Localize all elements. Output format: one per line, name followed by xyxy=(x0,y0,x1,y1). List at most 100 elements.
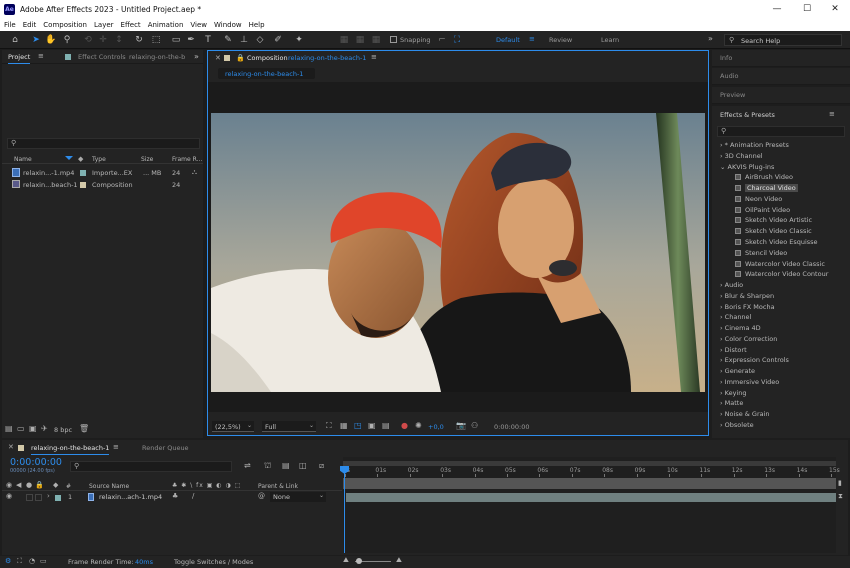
workspace-learn[interactable]: Learn xyxy=(601,36,619,44)
transparency-grid-icon[interactable]: ▦ xyxy=(340,421,348,430)
menu-view[interactable]: View xyxy=(190,21,207,29)
column-name[interactable]: Name xyxy=(14,156,32,163)
region-of-interest-icon[interactable]: ◳ xyxy=(354,421,362,430)
layer-color-label[interactable] xyxy=(55,495,61,501)
color-channels-icon[interactable]: ● xyxy=(401,421,408,430)
category-cinema-4d[interactable]: › Cinema 4D xyxy=(720,324,761,332)
menu-file[interactable]: File xyxy=(4,21,16,29)
timeline-search-input[interactable]: ⚲ xyxy=(70,461,232,472)
menu-edit[interactable]: Edit xyxy=(23,21,37,29)
zoom-out-icon[interactable]: ⛰ xyxy=(343,556,349,565)
list-item[interactable]: relaxin...-1.mp4 Importe...EX ... MB 24 … xyxy=(2,167,203,178)
column-parent-link[interactable]: Parent & Link xyxy=(258,483,298,490)
puppet-tool-icon[interactable]: ✦ xyxy=(293,34,305,46)
toggle-switches-modes[interactable]: Toggle Switches / Modes xyxy=(174,558,253,566)
comp-button-icon[interactable]: ▮ xyxy=(838,479,842,487)
effect-stencil-video[interactable]: Stencil Video xyxy=(735,249,787,257)
category-akvis-plugins[interactable]: ⌄ AKVIS Plug-ins xyxy=(720,163,774,171)
panel-menu-icon[interactable]: ≡ xyxy=(113,443,119,451)
draft-3d-icon[interactable]: ⛫ xyxy=(264,461,271,471)
fast-previews-icon[interactable]: ⛶ xyxy=(326,421,332,431)
zoom-slider-thumb[interactable] xyxy=(356,558,362,564)
hand-tool-icon[interactable]: ✋ xyxy=(45,34,57,46)
new-folder-icon[interactable]: ▭ xyxy=(17,424,25,433)
interpret-footage-icon[interactable]: ▤ xyxy=(5,424,13,433)
transfer-controls-icon[interactable]: ◔ xyxy=(29,557,35,565)
effect-oilpaint-video[interactable]: OilPaint Video xyxy=(735,206,790,214)
category-immersive-video[interactable]: › Immersive Video xyxy=(720,378,779,386)
category-audio[interactable]: › Audio xyxy=(720,281,743,289)
lock-icon[interactable]: 🔒 xyxy=(236,54,245,62)
workspace-default[interactable]: Default xyxy=(496,36,520,44)
category-distort[interactable]: › Distort xyxy=(720,346,747,354)
category-matte[interactable]: › Matte xyxy=(720,399,743,407)
preview-panel-header[interactable]: Preview xyxy=(712,87,850,104)
pan-camera-icon[interactable]: ✛ xyxy=(97,34,109,46)
rectangle-tool-icon[interactable]: ▭ xyxy=(170,34,182,46)
lock-checkbox[interactable] xyxy=(35,494,42,501)
snap-options-icon[interactable]: ⌐ xyxy=(436,34,448,46)
dolly-camera-icon[interactable]: ↕ xyxy=(113,34,125,46)
eye-icon[interactable]: ◉ xyxy=(6,492,12,500)
anchor-tool-icon[interactable]: ⬚ xyxy=(150,34,162,46)
home-icon[interactable]: ⌂ xyxy=(9,34,21,46)
playhead[interactable] xyxy=(344,467,345,553)
clone-stamp-icon[interactable]: ⊥ xyxy=(238,34,250,46)
exposure-value[interactable]: +0,0 xyxy=(428,423,444,431)
axis-local-icon[interactable]: ▦ xyxy=(338,34,350,46)
expand-layer-icon[interactable]: › xyxy=(47,492,50,500)
comp-mini-flowchart-icon[interactable]: ⇌ xyxy=(244,461,251,470)
frame-blending-icon[interactable]: ◫ xyxy=(299,461,307,470)
video-frame[interactable] xyxy=(211,113,705,392)
category-expression-controls[interactable]: › Expression Controls xyxy=(720,356,789,364)
quality-switch-icon[interactable]: / xyxy=(192,492,194,500)
time-stretch-icon[interactable]: ▭ xyxy=(40,557,47,565)
render-icon[interactable]: ✈ xyxy=(41,424,48,433)
rotation-tool-icon[interactable]: ↻ xyxy=(133,34,145,46)
panel-menu-icon[interactable]: ≡ xyxy=(371,53,377,61)
effect-sketch-video-esquisse[interactable]: Sketch Video Esquisse xyxy=(735,238,818,246)
category-obsolete[interactable]: › Obsolete xyxy=(720,421,754,429)
workspace-review[interactable]: Review xyxy=(549,36,572,44)
show-snapshot-icon[interactable]: ⚇ xyxy=(471,421,478,430)
workspace-menu-icon[interactable]: ≡ xyxy=(529,35,535,43)
tab-project[interactable]: Project xyxy=(8,53,31,64)
mask-visibility-icon[interactable]: ▣ xyxy=(368,421,376,430)
solo-checkbox[interactable] xyxy=(26,494,33,501)
effect-airbrush-video[interactable]: AirBrush Video xyxy=(735,173,793,181)
close-tab-icon[interactable]: ✕ xyxy=(215,54,221,62)
comp-navigator-tab[interactable]: relaxing-on-the-beach-1 xyxy=(218,68,315,79)
tab-timeline-comp[interactable]: relaxing-on-the-beach-1 xyxy=(31,444,110,455)
menu-effect[interactable]: Effect xyxy=(121,21,141,29)
current-time-display[interactable]: 0:00:00:00 xyxy=(494,423,530,431)
layer-switches-icon[interactable]: ⛶ xyxy=(17,557,22,566)
zoom-dropdown[interactable]: (22,5%) ⌄ xyxy=(212,421,254,432)
effect-sketch-video-classic[interactable]: Sketch Video Classic xyxy=(735,227,812,235)
work-area-range[interactable] xyxy=(343,478,836,489)
effects-presets-title[interactable]: Effects & Presets xyxy=(720,111,775,119)
column-size[interactable]: Size xyxy=(141,156,153,163)
layer-marker-icon[interactable]: ⧗ xyxy=(838,492,843,501)
effect-neon-video[interactable]: Neon Video xyxy=(735,195,782,203)
time-ruler[interactable]: 0s01s02s03s04s05s06s07s08s09s10s11s12s13… xyxy=(343,466,840,477)
minimize-button[interactable]: — xyxy=(762,0,792,18)
close-button[interactable]: ✕ xyxy=(820,0,850,18)
more-workspaces-icon[interactable]: » xyxy=(708,34,713,43)
parent-dropdown[interactable]: None ⌄ xyxy=(270,492,326,502)
bit-depth-button[interactable]: 8 bpc xyxy=(54,426,72,434)
type-tool-icon[interactable]: T xyxy=(202,34,214,46)
category-3d-channel[interactable]: › 3D Channel xyxy=(720,152,763,160)
timeline-timecode[interactable]: 0:00:00:00 xyxy=(10,457,62,468)
render-toggle-icon[interactable]: ⚙ xyxy=(5,557,11,565)
maximize-button[interactable]: ☐ xyxy=(792,0,822,18)
graph-editor-icon[interactable]: ⧄ xyxy=(319,461,324,471)
effects-search-input[interactable]: ⚲ xyxy=(717,126,845,137)
effect-watercolor-video-classic[interactable]: Watercolor Video Classic xyxy=(735,260,825,268)
menu-composition[interactable]: Composition xyxy=(43,21,87,29)
pen-tool-icon[interactable]: ✒ xyxy=(185,34,197,46)
audio-panel-header[interactable]: Audio xyxy=(712,68,850,85)
resolution-dropdown[interactable]: Full ⌄ xyxy=(262,421,316,432)
shy-layers-icon[interactable]: ▤ xyxy=(282,461,290,470)
menu-animation[interactable]: Animation xyxy=(148,21,184,29)
effect-controls-layer[interactable]: relaxing-on-the-b xyxy=(129,53,185,61)
